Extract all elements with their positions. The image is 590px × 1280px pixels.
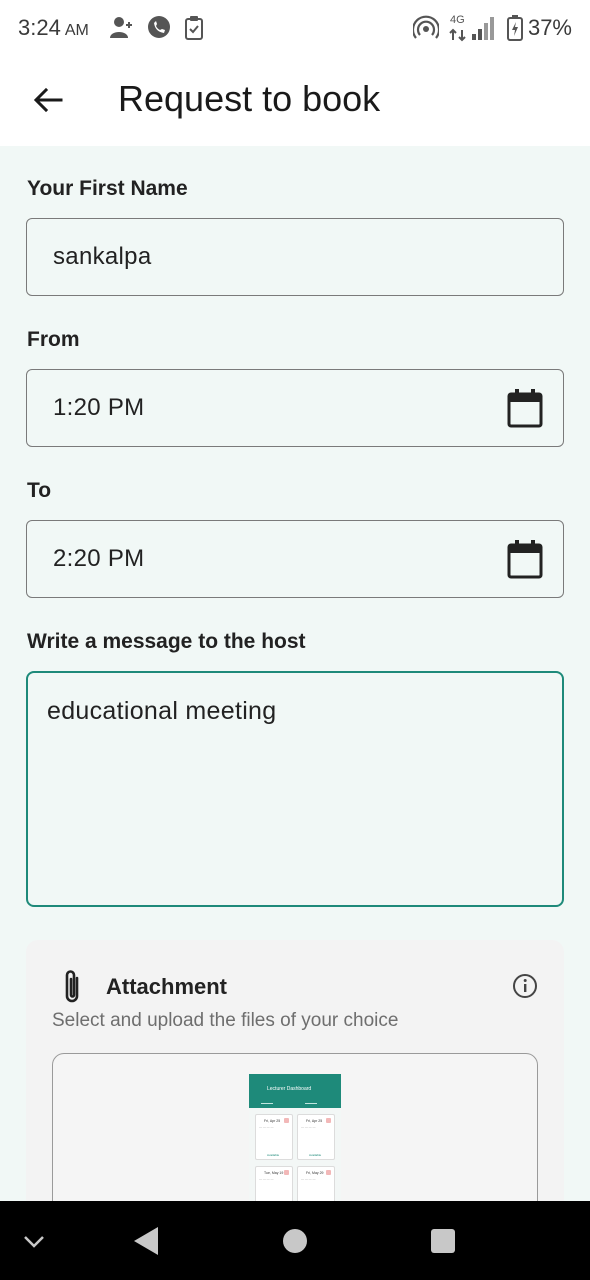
thumbnail-card-date: Tue, May 19	[264, 1171, 284, 1175]
message-textarea[interactable]: educational meeting	[26, 671, 564, 907]
arrow-left-icon	[33, 87, 63, 113]
signal-icon	[472, 17, 494, 40]
viber-icon	[148, 16, 170, 38]
thumbnail-header: Lecturer Dashboard ▬▬▬▬ ▬▬▬▬	[249, 1074, 341, 1108]
attachment-thumbnail: Lecturer Dashboard ▬▬▬▬ ▬▬▬▬ Fri, Apr 25…	[249, 1074, 341, 1214]
thumbnail-title: Lecturer Dashboard	[267, 1086, 312, 1092]
to-label: To	[27, 479, 52, 502]
thumbnail-card-status: Available	[309, 1153, 322, 1157]
first-name-field[interactable]: sankalpa	[26, 218, 564, 296]
thumbnail-card-dot	[284, 1118, 289, 1123]
add-contact-icon	[110, 17, 132, 38]
thumbnail-card-time: — — — —	[259, 1125, 274, 1129]
data-arrows-icon	[449, 28, 466, 42]
system-nav-bar	[0, 1201, 590, 1280]
battery-charging-icon	[507, 15, 523, 41]
info-icon[interactable]	[512, 973, 538, 999]
first-name-label: Your First Name	[27, 177, 188, 200]
message-value: educational meeting	[47, 697, 277, 725]
thumbnail-card: Fri, Apr 25 — — — — Available	[255, 1114, 293, 1160]
paperclip-icon	[65, 970, 79, 1003]
thumbnail-tab: ▬▬▬▬	[305, 1101, 317, 1105]
thumbnail-card-dot	[326, 1170, 331, 1175]
chevron-down-icon[interactable]	[22, 1229, 46, 1253]
thumbnail-card-time: — — — —	[259, 1177, 274, 1181]
thumbnail-card-date: Fri, May 29	[306, 1171, 324, 1175]
attachment-subtitle: Select and upload the files of your choi…	[52, 1010, 399, 1031]
status-time-ampm: AM	[64, 22, 89, 39]
thumbnail-card-date: Fri, Apr 25	[306, 1119, 323, 1123]
thumbnail-card-time: — — — —	[301, 1125, 316, 1129]
from-label: From	[27, 328, 80, 351]
status-time-value: 3:24	[18, 15, 61, 40]
from-time-value: 1:20 PM	[53, 394, 145, 421]
thumbnail-card-time: — — — —	[301, 1177, 316, 1181]
recents-square-icon[interactable]	[430, 1228, 456, 1254]
battery-percent: 37%	[527, 15, 572, 40]
calendar-icon[interactable]	[507, 539, 543, 579]
to-time-field[interactable]: 2:20 PM	[26, 520, 564, 598]
attachment-title: Attachment	[106, 974, 228, 999]
network-type: 4G	[450, 14, 465, 26]
back-button[interactable]	[26, 78, 70, 122]
first-name-value: sankalpa	[53, 243, 152, 270]
status-time: 3:24 AM	[18, 15, 89, 41]
to-time-value: 2:20 PM	[53, 545, 145, 572]
back-triangle-icon[interactable]	[132, 1225, 160, 1257]
thumbnail-card-date: Fri, Apr 25	[264, 1119, 281, 1123]
from-time-field[interactable]: 1:20 PM	[26, 369, 564, 447]
clipboard-icon	[185, 16, 203, 40]
status-bar: 3:24 AM 4G 37%	[0, 0, 590, 56]
thumbnail-tab: ▬▬▬▬	[261, 1101, 273, 1105]
thumbnail-card: Fri, Apr 25 — — — — Available	[297, 1114, 335, 1160]
thumbnail-card-status: Available	[267, 1153, 280, 1157]
thumbnail-card-dot	[326, 1118, 331, 1123]
page-title: Request to book	[118, 78, 381, 119]
calendar-icon[interactable]	[507, 388, 543, 428]
hotspot-icon	[413, 15, 439, 39]
app-bar: Request to book	[0, 56, 590, 146]
message-label: Write a message to the host	[27, 630, 306, 653]
home-circle-icon[interactable]	[282, 1228, 308, 1254]
thumbnail-card-dot	[284, 1170, 289, 1175]
